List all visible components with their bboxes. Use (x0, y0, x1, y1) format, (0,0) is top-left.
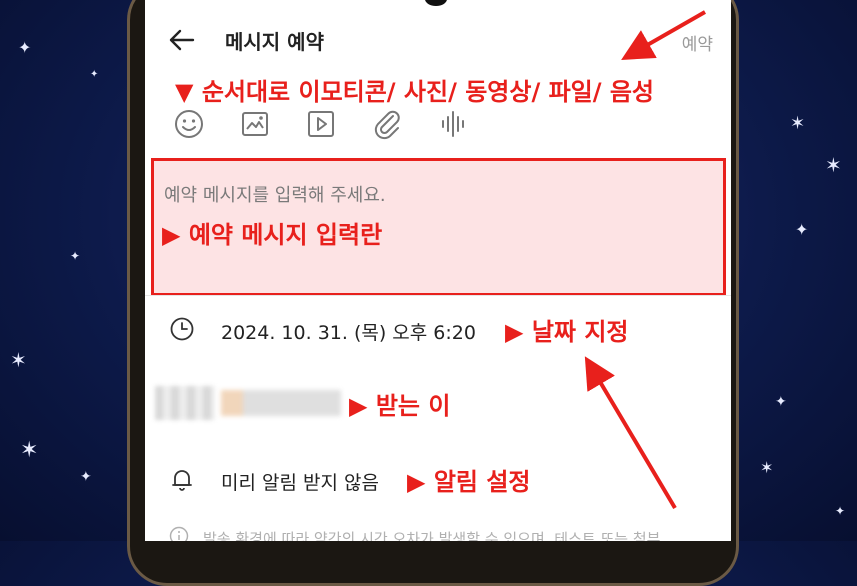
message-annotation: ▶ 예약 메시지 입력란 (162, 221, 383, 249)
attachment-icon[interactable] (371, 108, 403, 140)
message-placeholder: 예약 메시지를 입력해 주세요. (164, 185, 386, 206)
divider (145, 295, 731, 296)
photo-icon[interactable] (239, 108, 271, 140)
star-decoration: ✶ (825, 153, 842, 177)
back-arrow-icon[interactable] (167, 28, 195, 52)
clock-icon (170, 317, 194, 341)
info-icon (169, 526, 189, 541)
recipient-avatar (155, 386, 215, 420)
app-screen: 메시지 예약 예약 ▼ 순서대로 이모티콘/ 사진/ 동영상/ 파일/ 음성 예… (145, 0, 731, 541)
voice-icon[interactable] (437, 108, 469, 140)
video-icon[interactable] (305, 108, 337, 140)
toolbar-annotation: ▼ 순서대로 이모티콘/ 사진/ 동영상/ 파일/ 음성 (175, 78, 655, 106)
notice-text: 발송 환경에 따라 약간의 시간 오차가 발생할 수 있으며, 테스트 또는 첨… (203, 530, 661, 541)
star-decoration: ✶ (760, 458, 774, 477)
date-annotation: ▶ 날짜 지정 (505, 318, 629, 346)
bell-icon (172, 470, 192, 491)
alarm-annotation: ▶ 알림 설정 (407, 468, 531, 496)
star-decoration: ✦ (835, 504, 846, 518)
recipient-row[interactable]: ▶ 받는 이 (145, 382, 731, 426)
star-decoration: ✶ (20, 438, 39, 463)
star-decoration: ✦ (18, 38, 32, 57)
star-decoration: ✦ (795, 220, 809, 239)
star-decoration: ✦ (775, 394, 787, 410)
schedule-date-row[interactable]: 2024. 10. 31. (목) 오후 6:20 ▶ 날짜 지정 (145, 308, 731, 352)
star-decoration: ✶ (790, 113, 806, 134)
star-decoration: ✦ (70, 249, 81, 263)
page-title: 메시지 예약 (225, 30, 324, 54)
message-input[interactable]: 예약 메시지를 입력해 주세요. ▶ 예약 메시지 입력란 (151, 158, 726, 296)
emoji-icon[interactable] (173, 108, 205, 140)
recipient-annotation: ▶ 받는 이 (349, 392, 451, 420)
recipient-name (221, 390, 341, 416)
reserve-button[interactable]: 예약 (682, 30, 713, 55)
alarm-label: 미리 알림 받지 않음 (221, 472, 379, 494)
alarm-row[interactable]: 미리 알림 받지 않음 ▶ 알림 설정 (145, 458, 731, 502)
star-decoration: ✶ (10, 348, 27, 372)
star-decoration: ✦ (80, 469, 92, 485)
star-decoration: ✦ (90, 69, 99, 80)
schedule-datetime: 2024. 10. 31. (목) 오후 6:20 (221, 322, 476, 344)
header-bar: 메시지 예약 예약 (145, 20, 731, 64)
